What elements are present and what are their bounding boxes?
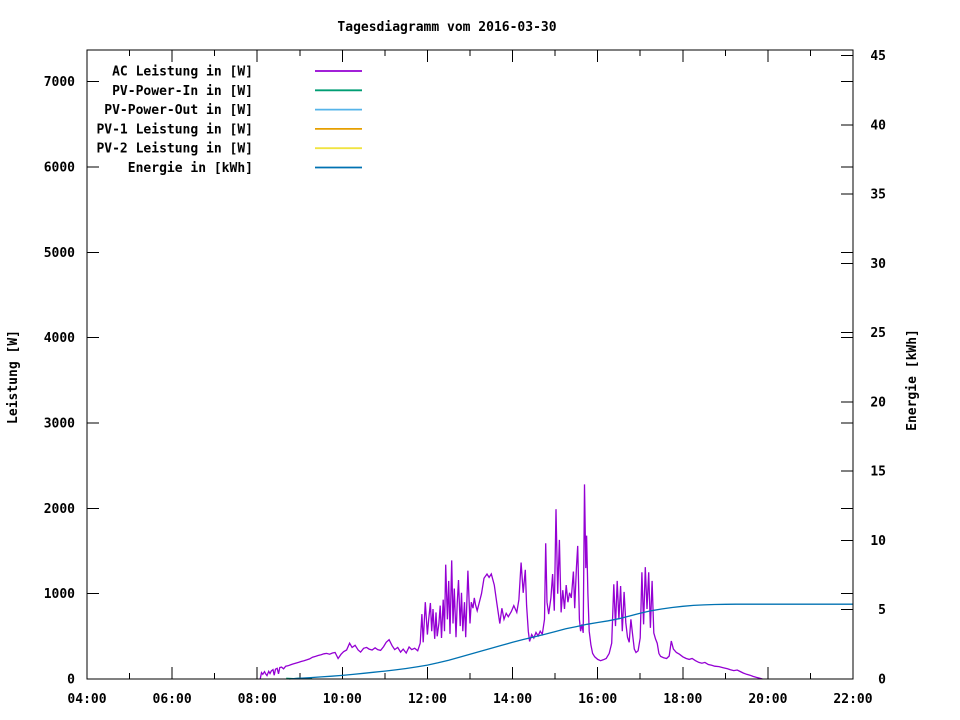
y-right-tick-label: 5 bbox=[878, 603, 886, 618]
x-tick-label: 20:00 bbox=[748, 692, 787, 707]
y-left-tick-label: 3000 bbox=[44, 416, 75, 431]
x-tick-label: 10:00 bbox=[323, 692, 362, 707]
y-right-axis-label: Energie [kWh] bbox=[905, 329, 920, 431]
x-tick-label: 04:00 bbox=[67, 692, 106, 707]
legend-label: PV-1 Leistung in [W] bbox=[96, 122, 253, 137]
y-right-tick-label: 35 bbox=[870, 188, 886, 203]
y-right-tick-label: 20 bbox=[870, 395, 886, 410]
x-tick-label: 16:00 bbox=[578, 692, 617, 707]
y-right-tick-label: 30 bbox=[870, 257, 886, 272]
legend-label: PV-2 Leistung in [W] bbox=[96, 142, 253, 157]
y-right-tick-label: 25 bbox=[870, 326, 886, 341]
y-right-tick-label: 40 bbox=[870, 118, 886, 133]
y-left-tick-label: 2000 bbox=[44, 502, 75, 517]
y-left-axis-label: Leistung [W] bbox=[6, 330, 21, 424]
x-tick-label: 12:00 bbox=[408, 692, 447, 707]
y-left-tick-label: 7000 bbox=[44, 75, 75, 90]
chart-canvas: Tagesdiagramm vom 2016-03-30 Leistung [W… bbox=[0, 0, 960, 720]
legend-label: AC Leistung in [W] bbox=[112, 65, 253, 80]
y-left-tick-label: 4000 bbox=[44, 331, 75, 346]
y-left-tick-label: 1000 bbox=[44, 587, 75, 602]
y-right-tick-label: 15 bbox=[870, 465, 886, 480]
y-left-tick-label: 0 bbox=[67, 673, 75, 688]
y-left-tick-label: 5000 bbox=[44, 246, 75, 261]
legend-label: PV-Power-In in [W] bbox=[112, 84, 253, 99]
y-right-tick-label: 0 bbox=[878, 673, 886, 688]
x-tick-label: 08:00 bbox=[238, 692, 277, 707]
x-tick-label: 22:00 bbox=[833, 692, 872, 707]
y-right-tick-label: 10 bbox=[870, 534, 886, 549]
chart-title: Tagesdiagramm vom 2016-03-30 bbox=[337, 20, 556, 35]
y-right-tick-label: 45 bbox=[870, 49, 886, 64]
legend-label: PV-Power-Out in [W] bbox=[104, 103, 253, 118]
x-tick-label: 06:00 bbox=[153, 692, 192, 707]
legend-label: Energie in [kWh] bbox=[128, 161, 253, 176]
x-tick-label: 14:00 bbox=[493, 692, 532, 707]
x-tick-label: 18:00 bbox=[663, 692, 702, 707]
gnuplot-daily-diagram: Tagesdiagramm vom 2016-03-30 Leistung [W… bbox=[0, 0, 960, 720]
y-left-tick-label: 6000 bbox=[44, 160, 75, 175]
